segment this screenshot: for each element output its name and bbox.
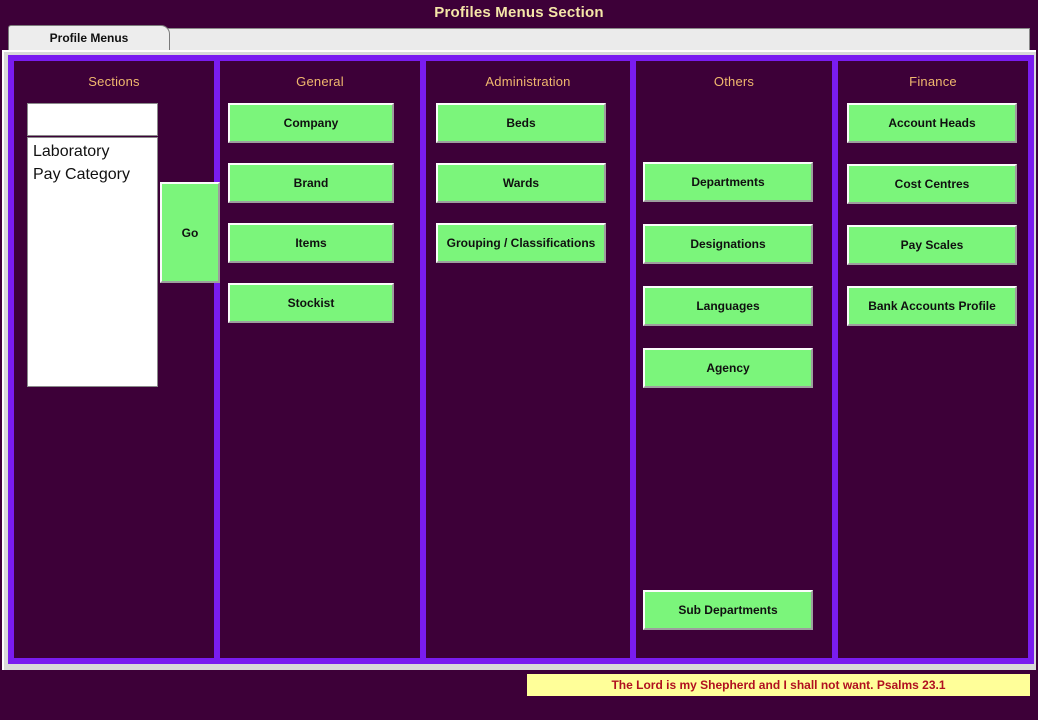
button-agency[interactable]: Agency — [643, 348, 813, 388]
panel-administration: Administration Beds Wards Grouping / Cla… — [426, 55, 636, 664]
scripture-message: The Lord is my Shepherd and I shall not … — [527, 674, 1030, 696]
button-departments[interactable]: Departments — [643, 162, 813, 202]
button-grouping-classifications[interactable]: Grouping / Classifications — [436, 223, 606, 263]
button-designations[interactable]: Designations — [643, 224, 813, 264]
list-item[interactable]: Laboratory — [30, 140, 157, 163]
button-beds[interactable]: Beds — [436, 103, 606, 143]
panel-general-title: General — [296, 74, 344, 89]
panel-sections-title: Sections — [88, 74, 140, 89]
main-work-area: Sections Laboratory Pay Category Go Gene… — [2, 50, 1036, 670]
panel-others-title: Others — [713, 74, 755, 89]
sections-list[interactable]: Laboratory Pay Category — [27, 137, 158, 387]
panel-others-inner: Others Departments Designations Language… — [636, 61, 832, 658]
button-languages[interactable]: Languages — [643, 286, 813, 326]
button-bank-accounts-profile[interactable]: Bank Accounts Profile — [847, 286, 1017, 326]
panel-finance: Finance Account Heads Cost Centres Pay S… — [838, 55, 1034, 664]
panel-administration-inner: Administration Beds Wards Grouping / Cla… — [426, 61, 630, 658]
button-account-heads[interactable]: Account Heads — [847, 103, 1017, 143]
panel-row: Sections Laboratory Pay Category Go Gene… — [8, 55, 1034, 664]
button-brand[interactable]: Brand — [228, 163, 394, 203]
tab-profile-menus[interactable]: Profile Menus — [8, 25, 170, 50]
sections-search-input[interactable] — [27, 103, 158, 136]
button-cost-centres[interactable]: Cost Centres — [847, 164, 1017, 204]
panel-sections: Sections Laboratory Pay Category Go — [8, 55, 220, 664]
button-stockist[interactable]: Stockist — [228, 283, 394, 323]
panel-finance-inner: Finance Account Heads Cost Centres Pay S… — [838, 61, 1028, 658]
panel-general-inner: General Company Brand Items Stockist — [220, 61, 420, 658]
list-item[interactable]: Pay Category — [30, 163, 157, 186]
button-items[interactable]: Items — [228, 223, 394, 263]
page-title: Profiles Menus Section — [434, 4, 604, 21]
tab-strip: Profile Menus — [0, 25, 1038, 50]
panel-administration-title: Administration — [485, 74, 571, 89]
button-pay-scales[interactable]: Pay Scales — [847, 225, 1017, 265]
panel-sections-inner: Sections Laboratory Pay Category Go — [14, 61, 220, 658]
panel-general: General Company Brand Items Stockist — [220, 55, 426, 664]
panel-finance-title: Finance — [909, 74, 957, 89]
button-wards[interactable]: Wards — [436, 163, 606, 203]
status-bar: The Lord is my Shepherd and I shall not … — [0, 670, 1038, 720]
button-company[interactable]: Company — [228, 103, 394, 143]
window-title-bar: Profiles Menus Section — [0, 0, 1038, 25]
go-button[interactable]: Go — [160, 182, 220, 283]
panel-others: Others Departments Designations Language… — [636, 55, 838, 664]
button-sub-departments[interactable]: Sub Departments — [643, 590, 813, 630]
